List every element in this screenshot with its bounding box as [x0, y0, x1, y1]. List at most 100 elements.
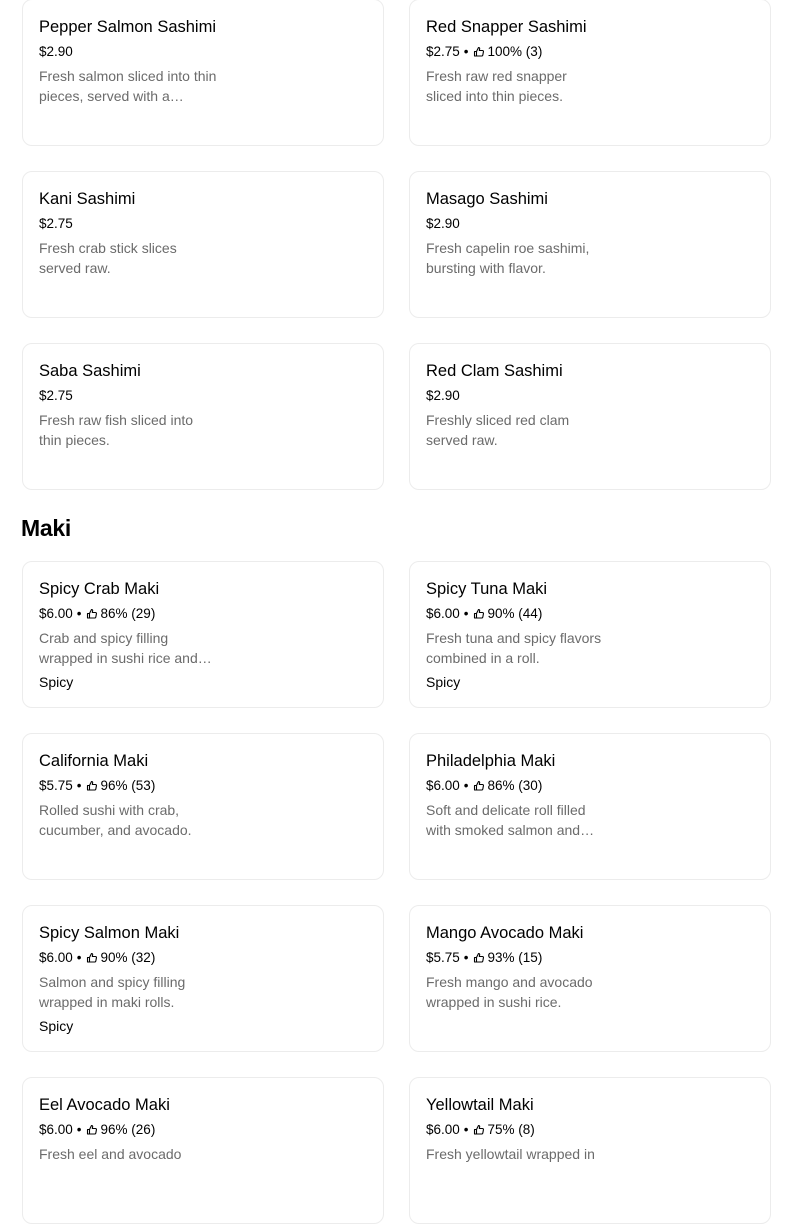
- separator-dot: •: [76, 606, 82, 621]
- item-description: Freshly sliced red clam served raw.: [426, 412, 570, 448]
- item-rating: 86% (30): [487, 778, 543, 793]
- item-description: Fresh crab stick slices served raw.: [39, 240, 177, 276]
- item-name: Eel Avocado Maki: [39, 1096, 170, 1114]
- separator-dot: •: [463, 606, 469, 621]
- separator-dot: •: [463, 778, 469, 793]
- item-name: Yellowtail Maki: [426, 1096, 534, 1114]
- item-description: Rolled sushi with crab, cucumber, and av…: [39, 802, 192, 838]
- menu-item-card[interactable]: Spicy Crab Maki $6.00 • 86% (29) Crab and sp…: [22, 561, 384, 708]
- item-meta: $2.75: [39, 215, 367, 233]
- menu-item-card[interactable]: Yellowtail Maki $6.00 • 75% (8) Fresh yellow…: [409, 1077, 771, 1224]
- item-rating: 90% (44): [487, 606, 543, 621]
- item-description: Soft and delicate roll filled with smoke…: [426, 802, 595, 838]
- item-name: Spicy Crab Maki: [39, 580, 160, 598]
- item-rating: 90% (32): [100, 950, 156, 965]
- item-description: Fresh tuna and spicy flavors combined in…: [426, 630, 602, 666]
- item-description: Salmon and spicy filling wrapped in maki…: [39, 974, 186, 1010]
- menu-item-card[interactable]: Philadelphia Maki $6.00 • 86% (30) Soft and …: [409, 733, 771, 880]
- item-name: Spicy Tuna Maki: [426, 580, 548, 598]
- menu-item-card[interactable]: Spicy Tuna Maki $6.00 • 90% (44) Fresh tuna …: [409, 561, 771, 708]
- item-name: Mango Avocado Maki: [426, 924, 584, 942]
- item-price: $2.75: [39, 388, 73, 403]
- item-description: Fresh eel and avocado: [39, 1146, 182, 1162]
- sashimi-items-grid: Pepper Salmon Sashimi $2.90 Fresh salmon s…: [22, 0, 771, 490]
- menu-item-card[interactable]: Mango Avocado Maki $5.75 • 93% (15) Fresh ma…: [409, 905, 771, 1052]
- maki-items-grid: Spicy Crab Maki $6.00 • 86% (29) Crab and sp…: [22, 561, 771, 1224]
- thumbs-up-icon: [473, 1124, 488, 1136]
- item-price: $6.00: [426, 1122, 460, 1137]
- menu-item-card[interactable]: Red Clam Sashimi $2.90 Freshly sliced red …: [409, 343, 771, 490]
- item-price: $5.75: [426, 950, 460, 965]
- item-name: Pepper Salmon Sashimi: [39, 18, 217, 36]
- item-meta: $2.75: [39, 387, 367, 405]
- thumbs-up-icon: [86, 780, 101, 792]
- menu-item-card[interactable]: Saba Sashimi $2.75 Fresh raw fish sliced i…: [22, 343, 384, 490]
- item-description: Fresh salmon sliced into thin pieces, se…: [39, 68, 217, 104]
- item-price: $2.75: [426, 44, 460, 59]
- separator-dot: •: [463, 950, 469, 965]
- section-title-maki: Maki: [21, 515, 71, 541]
- item-price: $6.00: [39, 606, 73, 621]
- item-rating: 75% (8): [487, 1122, 535, 1137]
- thumbs-up-icon: [473, 780, 488, 792]
- item-description: Fresh capelin roe sashimi, bursting with…: [426, 240, 590, 276]
- item-rating: 96% (26): [100, 1122, 156, 1137]
- item-tag: Spicy: [426, 674, 461, 690]
- item-name: Philadelphia Maki: [426, 752, 556, 770]
- menu-item-card[interactable]: Kani Sashimi $2.75 Fresh crab stick slices…: [22, 171, 384, 318]
- item-price: $2.90: [426, 216, 460, 231]
- item-meta: $2.90: [426, 215, 754, 233]
- separator-dot: •: [76, 950, 82, 965]
- menu-item-card[interactable]: Eel Avocado Maki $6.00 • 96% (26) Fresh eel …: [22, 1077, 384, 1224]
- item-name: California Maki: [39, 752, 149, 770]
- item-name: Red Clam Sashimi: [426, 362, 563, 380]
- item-meta: $6.00 • 96% (26): [39, 1121, 367, 1139]
- separator-dot: •: [463, 44, 469, 59]
- thumbs-up-icon: [473, 952, 488, 964]
- item-name: Kani Sashimi: [39, 190, 136, 208]
- item-name: Spicy Salmon Maki: [39, 924, 180, 942]
- item-rating: 86% (29): [100, 606, 156, 621]
- item-meta: $6.00 • 75% (8): [426, 1121, 754, 1139]
- item-meta: $6.00 • 86% (29): [39, 605, 367, 623]
- item-rating: 93% (15): [487, 950, 543, 965]
- thumbs-up-icon: [473, 46, 488, 58]
- item-rating: 96% (53): [100, 778, 156, 793]
- separator-dot: •: [463, 1122, 469, 1137]
- item-name: Saba Sashimi: [39, 362, 141, 380]
- thumbs-up-icon: [473, 608, 488, 620]
- separator-dot: •: [76, 778, 82, 793]
- menu-item-card[interactable]: Spicy Salmon Maki $6.00 • 90% (32) Salmon an…: [22, 905, 384, 1052]
- item-price: $5.75: [39, 778, 73, 793]
- item-meta: $2.75 • 100% (3): [426, 43, 754, 61]
- menu-item-card[interactable]: Red Snapper Sashimi $2.75 • 100% (3) Fresh r…: [409, 0, 771, 146]
- item-name: Red Snapper Sashimi: [426, 18, 587, 36]
- item-price: $2.75: [39, 216, 73, 231]
- item-name: Masago Sashimi: [426, 190, 548, 208]
- item-meta: $5.75 • 93% (15): [426, 949, 754, 967]
- item-price: $6.00: [426, 606, 460, 621]
- item-tag: Spicy: [39, 1018, 74, 1034]
- item-meta: $2.90: [39, 43, 367, 61]
- separator-dot: •: [76, 1122, 82, 1137]
- item-tag: Spicy: [39, 674, 74, 690]
- thumbs-up-icon: [86, 608, 101, 620]
- item-meta: $2.90: [426, 387, 754, 405]
- item-meta: $6.00 • 86% (30): [426, 777, 754, 795]
- thumbs-up-icon: [86, 1124, 101, 1136]
- item-description: Fresh mango and avocado wrapped in sushi…: [426, 974, 593, 1010]
- item-price: $6.00: [39, 950, 73, 965]
- item-meta: $6.00 • 90% (32): [39, 949, 367, 967]
- menu-item-card[interactable]: Masago Sashimi $2.90 Fresh capelin roe sas…: [409, 171, 771, 318]
- menu-item-card[interactable]: Pepper Salmon Sashimi $2.90 Fresh salmon s…: [22, 0, 384, 146]
- item-description: Fresh raw fish sliced into thin pieces.: [39, 412, 194, 448]
- item-meta: $6.00 • 90% (44): [426, 605, 754, 623]
- item-price: $6.00: [426, 778, 460, 793]
- menu-item-card[interactable]: California Maki $5.75 • 96% (53) Rolled sush…: [22, 733, 384, 880]
- thumbs-up-icon: [86, 952, 101, 964]
- item-description: Fresh yellowtail wrapped in: [426, 1146, 595, 1162]
- item-meta: $5.75 • 96% (53): [39, 777, 367, 795]
- item-price: $2.90: [39, 44, 73, 59]
- item-description: Fresh raw red snapper sliced into thin p…: [426, 68, 567, 104]
- item-description: Crab and spicy filling wrapped in sushi …: [39, 630, 212, 666]
